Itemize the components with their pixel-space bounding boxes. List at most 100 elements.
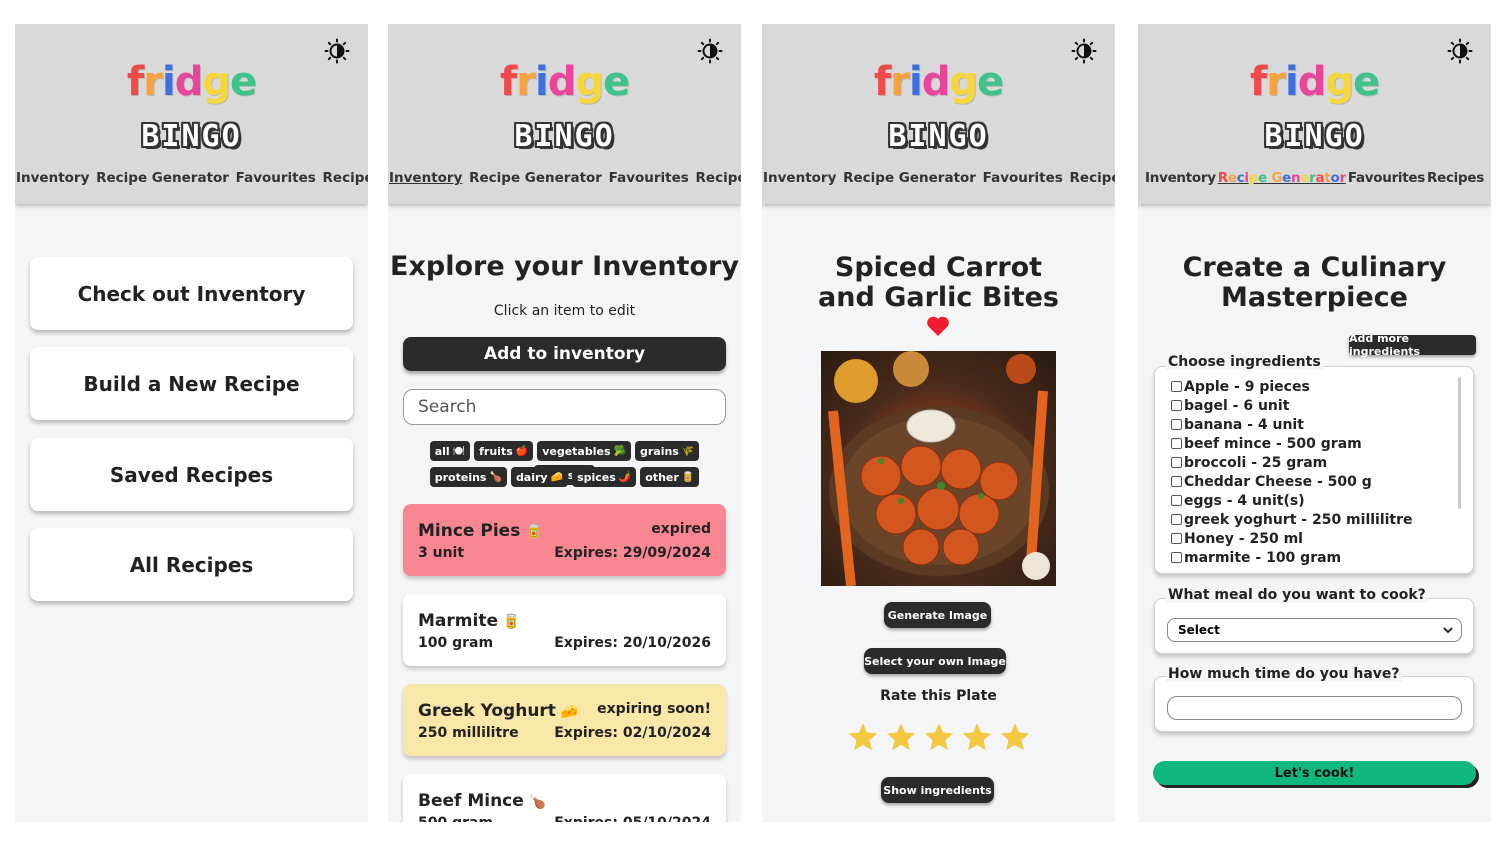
inventory-item-card[interactable]: Greek Yoghurt 🧀 250 millilitre expiring so… [403, 684, 726, 756]
fruits-icon: 🍎 [515, 445, 529, 457]
ingredient-checkbox[interactable] [1171, 381, 1182, 392]
nav-recipes[interactable]: Recipes [696, 170, 741, 186]
logo-letter: d [921, 59, 951, 105]
nav-recipes[interactable]: Recipes [323, 170, 368, 186]
ingredient-option[interactable]: broccoli - 25 gram [1171, 453, 1413, 472]
ingredient-option[interactable]: greek yoghurt - 250 millilitre [1171, 510, 1413, 529]
chip-label: proteins [434, 470, 487, 484]
ingredient-checkbox[interactable] [1171, 552, 1182, 563]
ingredient-option[interactable]: eggs - 4 unit(s) [1171, 491, 1413, 510]
app-logo[interactable]: fridge [15, 62, 368, 102]
spices-icon: 🌶️ [618, 471, 632, 483]
app-logo-bingo: BINGO [141, 119, 242, 154]
app-logo[interactable]: fridge [762, 62, 1115, 102]
inventory-item-card[interactable]: Beef Mince 🍗 500 gram Expires: 05/10/2024 [403, 774, 726, 822]
ingredient-label: beef mince - 500 gram [1184, 435, 1362, 452]
nav-favourites[interactable]: Favourites [1348, 170, 1425, 186]
nav-favourites[interactable]: Favourites [236, 170, 316, 186]
nav-inventory[interactable]: Inventory [16, 170, 89, 186]
chip-label: spices [577, 470, 616, 484]
ingredient-checkbox[interactable] [1171, 495, 1182, 506]
nav-favourites[interactable]: Favourites [983, 170, 1063, 186]
logo-letter: e [1353, 59, 1380, 105]
time-input[interactable] [1167, 696, 1462, 720]
nav-recipe-generator[interactable]: Recipe Generator [843, 170, 976, 186]
star-icon[interactable] [847, 721, 879, 753]
ingredient-option[interactable]: marmite - 100 gram [1171, 548, 1413, 567]
star-icon[interactable] [923, 721, 955, 753]
ingredient-label: Cheddar Cheese - 500 g [1184, 473, 1372, 490]
category-chip-spices[interactable]: spices 🌶️ [572, 467, 637, 487]
ingredient-checkbox[interactable] [1171, 438, 1182, 449]
category-chip-dairy[interactable]: dairy 🧀 [510, 467, 569, 487]
nav-recipe-generator[interactable]: Recipe Generator [469, 170, 602, 186]
item-quantity: 250 millilitre [418, 725, 519, 741]
logo-letter: f [1249, 59, 1267, 105]
nav-favourites[interactable]: Favourites [609, 170, 689, 186]
item-category-icon: 🥫 [520, 524, 543, 540]
show-ingredients-button[interactable]: Show ingredients [881, 777, 994, 803]
ingredient-label: greek yoghurt - 250 millilitre [1184, 511, 1413, 528]
lets-cook-button[interactable]: Let's cook! [1153, 761, 1476, 785]
app-logo[interactable]: fridge [1138, 62, 1491, 102]
nav-inventory[interactable]: Inventory [1145, 170, 1216, 186]
item-name: Mince Pies 🥫 [418, 521, 543, 541]
ingredient-checkbox[interactable] [1171, 419, 1182, 430]
ingredient-label: Honey - 250 ml [1184, 530, 1303, 547]
category-chip-other[interactable]: other 🥫 [640, 467, 700, 487]
ingredient-checkbox[interactable] [1171, 400, 1182, 411]
category-chip-vegetables[interactable]: vegetables 🥦 [537, 441, 631, 461]
nav-inventory[interactable]: Inventory [763, 170, 836, 186]
check-inventory-button[interactable]: Check out Inventory [30, 257, 353, 330]
meal-select[interactable]: Select [1167, 618, 1462, 642]
add-to-inventory-button[interactable]: Add to inventory [403, 337, 726, 371]
ingredient-option[interactable]: beef mince - 500 gram [1171, 434, 1413, 453]
item-status: expiring soon! [597, 701, 711, 717]
theme-toggle-icon[interactable] [697, 38, 723, 64]
saved-recipes-button[interactable]: Saved Recipes [30, 438, 353, 511]
nav-recipe-generator[interactable]: Recipe Generator [1218, 170, 1346, 186]
scrollbar[interactable] [1458, 377, 1461, 509]
ingredient-option[interactable]: Honey - 250 ml [1171, 529, 1413, 548]
nav-recipes[interactable]: Recipes [1070, 170, 1115, 186]
ingredient-checkbox[interactable] [1171, 457, 1182, 468]
ingredient-checkbox[interactable] [1171, 476, 1182, 487]
ingredient-option[interactable]: Apple - 9 pieces [1171, 377, 1413, 396]
theme-toggle-icon[interactable] [324, 38, 350, 64]
star-icon[interactable] [961, 721, 993, 753]
app-logo[interactable]: fridge [388, 62, 741, 102]
logo-letter: i [909, 59, 923, 105]
category-chip-proteins[interactable]: proteins 🍗 [429, 467, 507, 487]
all-recipes-button[interactable]: All Recipes [30, 528, 353, 601]
ingredient-checkbox[interactable] [1171, 514, 1182, 525]
star-icon[interactable] [999, 721, 1031, 753]
nav-recipes[interactable]: Recipes [1427, 170, 1484, 186]
select-own-image-button[interactable]: Select your own Image [864, 648, 1006, 674]
logo-letter: d [1297, 59, 1327, 105]
ingredient-label: broccoli - 25 gram [1184, 454, 1328, 471]
theme-toggle-icon[interactable] [1447, 38, 1473, 64]
nav-recipe-generator[interactable]: Recipe Generator [96, 170, 229, 186]
ingredient-checkbox[interactable] [1171, 533, 1182, 544]
build-recipe-button[interactable]: Build a New Recipe [30, 347, 353, 420]
add-more-ingredients-button[interactable]: Add more ingredients [1349, 332, 1476, 358]
star-icon[interactable] [885, 721, 917, 753]
ingredient-option[interactable]: Cheddar Cheese - 500 g [1171, 472, 1413, 491]
category-chip-all[interactable]: all 🍽️ [429, 441, 471, 461]
grains-icon: 🌾 [681, 445, 695, 457]
theme-toggle-icon[interactable] [1071, 38, 1097, 64]
inventory-item-card[interactable]: Mince Pies 🥫 3 unit expired Expires: 29/09/… [403, 504, 726, 576]
generate-image-button[interactable]: Generate Image [884, 602, 991, 628]
favourite-heart-icon[interactable] [926, 315, 950, 337]
nav-inventory[interactable]: Inventory [389, 170, 462, 186]
item-expiry: Expires: 05/10/2024 [554, 815, 711, 822]
logo-letter: e [603, 59, 630, 105]
ingredient-option[interactable]: bagel - 6 unit [1171, 396, 1413, 415]
category-chip-grains[interactable]: grains 🌾 [634, 441, 700, 461]
inventory-item-card[interactable]: Marmite 🥫 100 gram Expires: 20/10/2026 [403, 594, 726, 666]
app-logo-bingo: BINGO [1264, 119, 1365, 154]
category-chip-fruits[interactable]: fruits 🍎 [474, 441, 534, 461]
ingredient-option[interactable]: banana - 4 unit [1171, 415, 1413, 434]
search-input[interactable]: Search [403, 389, 726, 425]
item-category-icon: 🥫 [497, 614, 521, 630]
